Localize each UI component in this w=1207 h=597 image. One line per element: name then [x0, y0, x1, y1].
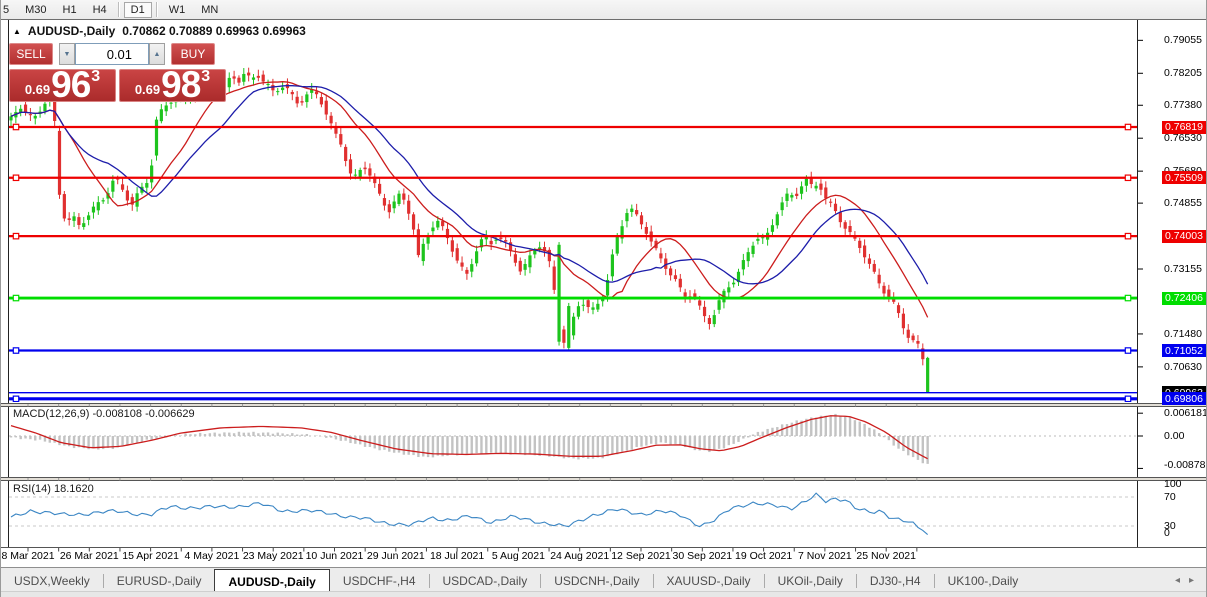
date-axis-label: 15 Apr 2021	[122, 550, 179, 562]
price-axis-tick: 0.70630	[1164, 361, 1202, 373]
date-axis-label: 19 Oct 2021	[735, 550, 792, 562]
date-axis-label: 25 Nov 2021	[856, 550, 916, 562]
price-axis-tick: 0.73155	[1164, 263, 1202, 275]
hline-handle[interactable]	[13, 124, 18, 129]
macd-axis-tick: -0.008785	[1164, 459, 1207, 471]
rsi-axis-tick: 70	[1164, 491, 1176, 503]
chart-tab-eurusd-daily[interactable]: EURUSD-,Daily	[104, 570, 215, 592]
sell-price-prefix: 0.69	[25, 82, 50, 97]
date-axis-label: 30 Sep 2021	[673, 550, 733, 562]
hline-price-label: 0.75509	[1162, 171, 1207, 184]
tab-scroll-right-icon[interactable]: ▸	[1189, 575, 1194, 586]
lot-size-input[interactable]	[75, 43, 149, 65]
chart-title: ▲ AUDUSD-,Daily 0.70862 0.70889 0.69963 …	[13, 24, 306, 38]
hline-handle[interactable]	[13, 175, 18, 180]
date-axis-label: 4 May 2021	[184, 550, 239, 562]
hline-handle[interactable]	[13, 396, 18, 401]
chart-tab-usdchf-h4[interactable]: USDCHF-,H4	[330, 570, 429, 592]
chart-tab-dj30-h4[interactable]: DJ30-,H4	[857, 570, 934, 592]
chart-tab-uk100-daily[interactable]: UK100-,Daily	[935, 570, 1032, 592]
date-axis-label: 8 Mar 2021	[1, 550, 54, 562]
tab-scroll-arrows: ◂▸	[1175, 568, 1207, 592]
price-axis-tick: 0.77380	[1164, 99, 1202, 111]
date-axis-label: 7 Nov 2021	[798, 550, 852, 562]
lot-decrease-button[interactable]: ▼	[59, 43, 75, 65]
price-axis-tick: 0.79055	[1164, 34, 1202, 46]
hline-handle[interactable]	[1125, 348, 1130, 353]
hline-price-label: 0.76819	[1162, 121, 1207, 134]
hline-handle[interactable]	[13, 348, 18, 353]
sell-button[interactable]: SELL	[9, 43, 53, 65]
hline-handle[interactable]	[13, 295, 18, 300]
one-click-trade-panel: SELL ▼ ▲ BUY 0.69 96 3 0.69 98 3	[9, 43, 226, 102]
chart-tab-usdcnh-daily[interactable]: USDCNH-,Daily	[541, 570, 652, 592]
date-axis-label: 12 Sep 2021	[611, 550, 671, 562]
sell-price-main: 96	[51, 70, 90, 100]
rsi-indicator-label: RSI(14) 18.1620	[13, 483, 94, 495]
tab-scroll-left-icon[interactable]: ◂	[1175, 575, 1180, 586]
rsi-axis-tick: 100	[1164, 478, 1182, 490]
chart-tab-usdx-weekly[interactable]: USDX,Weekly	[1, 570, 103, 592]
collapse-triangle-icon[interactable]: ▲	[13, 27, 21, 36]
price-axis-tick: 0.78205	[1164, 67, 1202, 79]
date-axis-label: 24 Aug 2021	[550, 550, 609, 562]
price-axis-tick: 0.74855	[1164, 197, 1202, 209]
hline-price-label: 0.71052	[1162, 344, 1207, 357]
tab-bar-bottom-strip	[1, 591, 1207, 597]
sell-quote-button[interactable]: 0.69 96 3	[9, 69, 116, 102]
trading-terminal-window: 5M30H1H4D1W1MN ▲ AUDUSD-,Daily 0.70862 0…	[0, 0, 1207, 597]
buy-price-prefix: 0.69	[135, 82, 160, 97]
hline-price-label: 0.69806	[1162, 392, 1207, 405]
date-axis-label: 5 Aug 2021	[492, 550, 545, 562]
buy-button[interactable]: BUY	[171, 43, 215, 65]
sell-price-pip: 3	[91, 68, 100, 86]
price-axis-tick: 0.76530	[1164, 132, 1202, 144]
hline-price-label: 0.72406	[1162, 292, 1207, 305]
date-axis-label: 18 Jul 2021	[430, 550, 484, 562]
hline-handle[interactable]	[1125, 295, 1130, 300]
date-axis-label: 10 Jun 2021	[306, 550, 364, 562]
macd-axis-tick: 0.006181	[1164, 407, 1207, 419]
hline-handle[interactable]	[13, 233, 18, 238]
chart-tab-usdcad-daily[interactable]: USDCAD-,Daily	[430, 570, 541, 592]
chart-ohlc-values: 0.70862 0.70889 0.69963 0.69963	[122, 24, 306, 38]
chart-tab-xauusd-daily[interactable]: XAUUSD-,Daily	[654, 570, 764, 592]
buy-price-main: 98	[161, 70, 200, 100]
hline-handle[interactable]	[1125, 175, 1130, 180]
price-axis-tick: 0.71480	[1164, 328, 1202, 340]
macd-indicator-label: MACD(12,26,9) -0.008108 -0.006629	[13, 408, 195, 420]
hline-handle[interactable]	[1125, 233, 1130, 238]
date-axis-label: 29 Jun 2021	[367, 550, 425, 562]
macd-axis-tick: 0.00	[1164, 430, 1184, 442]
buy-quote-button[interactable]: 0.69 98 3	[119, 69, 226, 102]
buy-price-pip: 3	[201, 68, 210, 86]
hline-handle[interactable]	[1125, 396, 1130, 401]
chart-tab-ukoil-daily[interactable]: UKOil-,Daily	[765, 570, 856, 592]
lot-increase-button[interactable]: ▲	[149, 43, 165, 65]
chart-symbol-label: AUDUSD-,Daily	[28, 24, 115, 38]
date-axis-label: 23 May 2021	[243, 550, 304, 562]
hline-price-label: 0.74003	[1162, 230, 1207, 243]
rsi-axis-tick: 0	[1164, 527, 1170, 539]
hline-handle[interactable]	[1125, 124, 1130, 129]
date-axis-label: 26 Mar 2021	[60, 550, 119, 562]
